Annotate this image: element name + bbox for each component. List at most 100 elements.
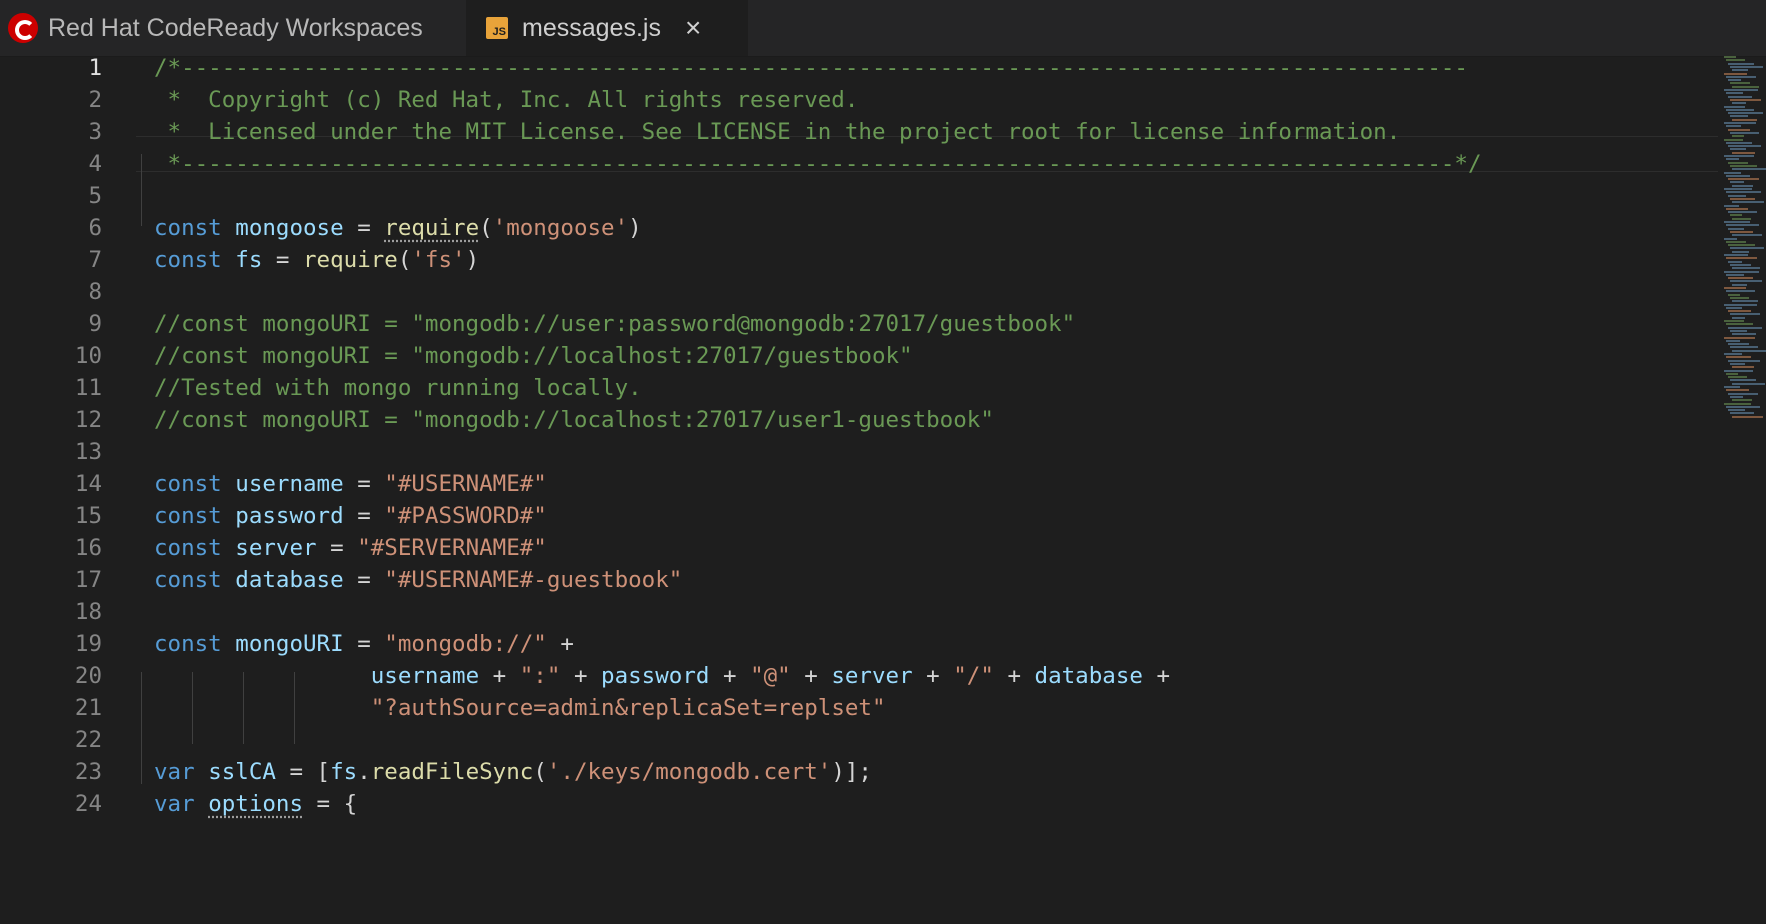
- code-line[interactable]: 22: [0, 722, 1720, 758]
- code-token: +: [912, 663, 954, 689]
- minimap-line: [1724, 287, 1746, 289]
- line-number: 23: [74, 759, 102, 785]
- minimap-line: [1726, 158, 1739, 161]
- code-token: //const mongoURI = "mongodb://localhost:…: [154, 343, 913, 369]
- line-number: 19: [74, 631, 102, 657]
- minimap-line: [1724, 254, 1748, 256]
- minimap-line: [1728, 392, 1758, 395]
- minimap-line: [1724, 336, 1755, 339]
- minimap-line: [1730, 98, 1761, 101]
- code-line[interactable]: 11 //Tested with mongo running locally.: [0, 370, 1720, 406]
- code-token: require: [384, 215, 480, 241]
- code-line[interactable]: 4 *-------------------------------------…: [0, 146, 1720, 182]
- code-line[interactable]: 17 const database = "#USERNAME#-guestbook…: [0, 562, 1720, 598]
- minimap-line: [1730, 395, 1743, 398]
- minimap-line: [1724, 237, 1737, 240]
- minimap-line: [1730, 263, 1751, 266]
- code-line[interactable]: 19 const mongoURI = "mongodb://" +: [0, 626, 1720, 662]
- code-token: const: [154, 631, 222, 657]
- minimap-line: [1732, 316, 1745, 319]
- code-line[interactable]: 13: [0, 434, 1720, 470]
- minimap-line: [1728, 145, 1761, 148]
- minimap[interactable]: [1724, 56, 1766, 456]
- line-number: 21: [74, 695, 102, 721]
- code-line[interactable]: 15 const password = "#PASSWORD#": [0, 498, 1720, 534]
- code-text: const server = "#SERVERNAME#": [154, 530, 547, 566]
- app-title: Red Hat CodeReady Workspaces: [48, 13, 423, 42]
- code-line[interactable]: 6 const mongoose = require('mongoose'): [0, 210, 1720, 246]
- code-token: "#USERNAME#-guestbook": [384, 567, 683, 593]
- code-token: password: [601, 663, 710, 689]
- code-token: =: [343, 471, 385, 497]
- code-token: "#PASSWORD#": [384, 503, 547, 529]
- code-token: fs: [235, 247, 263, 273]
- code-line[interactable]: 9 //const mongoURI = "mongodb://user:pass…: [0, 306, 1720, 342]
- minimap-line: [1726, 306, 1742, 309]
- code-token: 'mongoose': [492, 215, 629, 241]
- minimap-line: [1732, 102, 1746, 105]
- code-text: var options = {: [154, 786, 357, 822]
- line-number: 9: [88, 311, 102, 337]
- line-number: 10: [74, 343, 102, 369]
- code-line[interactable]: 10 //const mongoURI = "mongodb://localhos…: [0, 338, 1720, 374]
- tab-messages-js[interactable]: JS messages.js ×: [466, 0, 748, 56]
- code-text: * Licensed under the MIT License. See LI…: [154, 114, 1401, 150]
- javascript-file-icon: JS: [486, 17, 508, 39]
- minimap-line: [1728, 227, 1744, 230]
- code-line[interactable]: 5: [0, 178, 1720, 214]
- code-line[interactable]: 2 * Copyright (c) Red Hat, Inc. All righ…: [0, 82, 1720, 118]
- minimap-line: [1732, 201, 1764, 204]
- code-line[interactable]: 1 /*-------------------------------------…: [0, 50, 1720, 86]
- minimap-line: [1724, 303, 1757, 306]
- minimap-line: [1726, 339, 1740, 342]
- minimap-line: [1726, 174, 1750, 177]
- minimap-line: [1726, 125, 1741, 128]
- minimap-line: [1726, 372, 1738, 375]
- line-number: 4: [88, 151, 102, 177]
- code-line[interactable]: 20 username + ":" + password + "@" + ser…: [0, 658, 1720, 694]
- minimap-line: [1726, 141, 1752, 144]
- code-editor[interactable]: 1 /*-------------------------------------…: [0, 50, 1766, 924]
- code-text: const username = "#USERNAME#": [154, 466, 547, 502]
- code-line[interactable]: 18: [0, 594, 1720, 630]
- code-token: readFileSync: [370, 759, 534, 785]
- code-token: = {: [303, 791, 358, 817]
- line-number: 17: [74, 567, 102, 593]
- minimap-line: [1726, 356, 1751, 359]
- minimap-line: [1726, 257, 1757, 260]
- minimap-line: [1728, 376, 1747, 379]
- minimap-line: [1726, 59, 1745, 62]
- code-line[interactable]: 14 const username = "#USERNAME#": [0, 466, 1720, 502]
- code-token: +: [546, 631, 574, 657]
- code-text: username + ":" + password + "@" + server…: [154, 658, 1170, 694]
- minimap-line: [1726, 290, 1755, 293]
- minimap-line: [1724, 221, 1750, 223]
- minimap-line: [1724, 270, 1759, 273]
- code-line[interactable]: 7 const fs = require('fs'): [0, 242, 1720, 278]
- code-line[interactable]: 24 var options = {: [0, 786, 1720, 822]
- indent-guide: [243, 672, 244, 744]
- minimap-line: [1732, 399, 1752, 402]
- code-line[interactable]: 21 "?authSource=admin&replicaSet=replset…: [0, 690, 1720, 726]
- minimap-line: [1728, 62, 1754, 65]
- code-line[interactable]: 23 var sslCA = [fs.readFileSync('./keys/m…: [0, 754, 1720, 790]
- code-text: //Tested with mongo running locally.: [154, 370, 642, 406]
- minimap-line: [1724, 89, 1758, 91]
- code-token: password: [235, 503, 344, 529]
- code-token: fs: [330, 759, 358, 785]
- minimap-line: [1728, 244, 1755, 247]
- code-line[interactable]: 16 const server = "#SERVERNAME#": [0, 530, 1720, 566]
- indent-guide: [141, 154, 142, 226]
- minimap-line: [1730, 164, 1757, 167]
- code-token: "mongodb://": [384, 631, 547, 657]
- minimap-line: [1732, 85, 1759, 88]
- code-token: options: [208, 791, 304, 817]
- code-token: database: [1034, 663, 1143, 689]
- code-line[interactable]: 12 //const mongoURI = "mongodb://localhos…: [0, 402, 1720, 438]
- code-line[interactable]: 3 * Licensed under the MIT License. See …: [0, 114, 1720, 150]
- close-icon[interactable]: ×: [685, 14, 701, 42]
- minimap-line: [1730, 230, 1753, 233]
- code-line[interactable]: 8: [0, 274, 1720, 310]
